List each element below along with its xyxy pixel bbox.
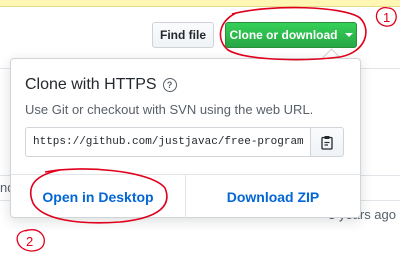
notice-stripe bbox=[0, 0, 400, 7]
open-in-desktop-button[interactable]: Open in Desktop bbox=[11, 175, 185, 219]
popover-title-text: Clone with HTTPS bbox=[25, 76, 157, 93]
annotation-mark-2: 2 bbox=[26, 234, 33, 249]
clone-url-input[interactable] bbox=[25, 127, 311, 157]
annotation-mark-1: 1 bbox=[383, 10, 390, 25]
annotation-mark-1-ring bbox=[375, 7, 397, 27]
annotation-mark-2-ring bbox=[16, 229, 45, 252]
question-circle-icon[interactable]: ? bbox=[162, 78, 177, 92]
clipboard-icon bbox=[321, 135, 333, 150]
download-zip-button[interactable]: Download ZIP bbox=[185, 175, 360, 219]
clone-button-label: Clone or download bbox=[229, 28, 338, 42]
clone-url-group bbox=[25, 127, 344, 157]
clone-popover: Clone with HTTPS ? Use Git or checkout w… bbox=[10, 58, 361, 219]
popover-footer: Open in Desktop Download ZIP bbox=[11, 174, 360, 219]
find-file-button[interactable]: Find file bbox=[152, 22, 214, 48]
popover-description: Use Git or checkout with SVN using the w… bbox=[25, 102, 314, 117]
copy-url-button[interactable] bbox=[311, 127, 344, 157]
triangle-down-icon bbox=[344, 33, 353, 37]
popover-title: Clone with HTTPS ? bbox=[25, 76, 177, 94]
clone-or-download-button[interactable]: Clone or download bbox=[225, 22, 357, 48]
